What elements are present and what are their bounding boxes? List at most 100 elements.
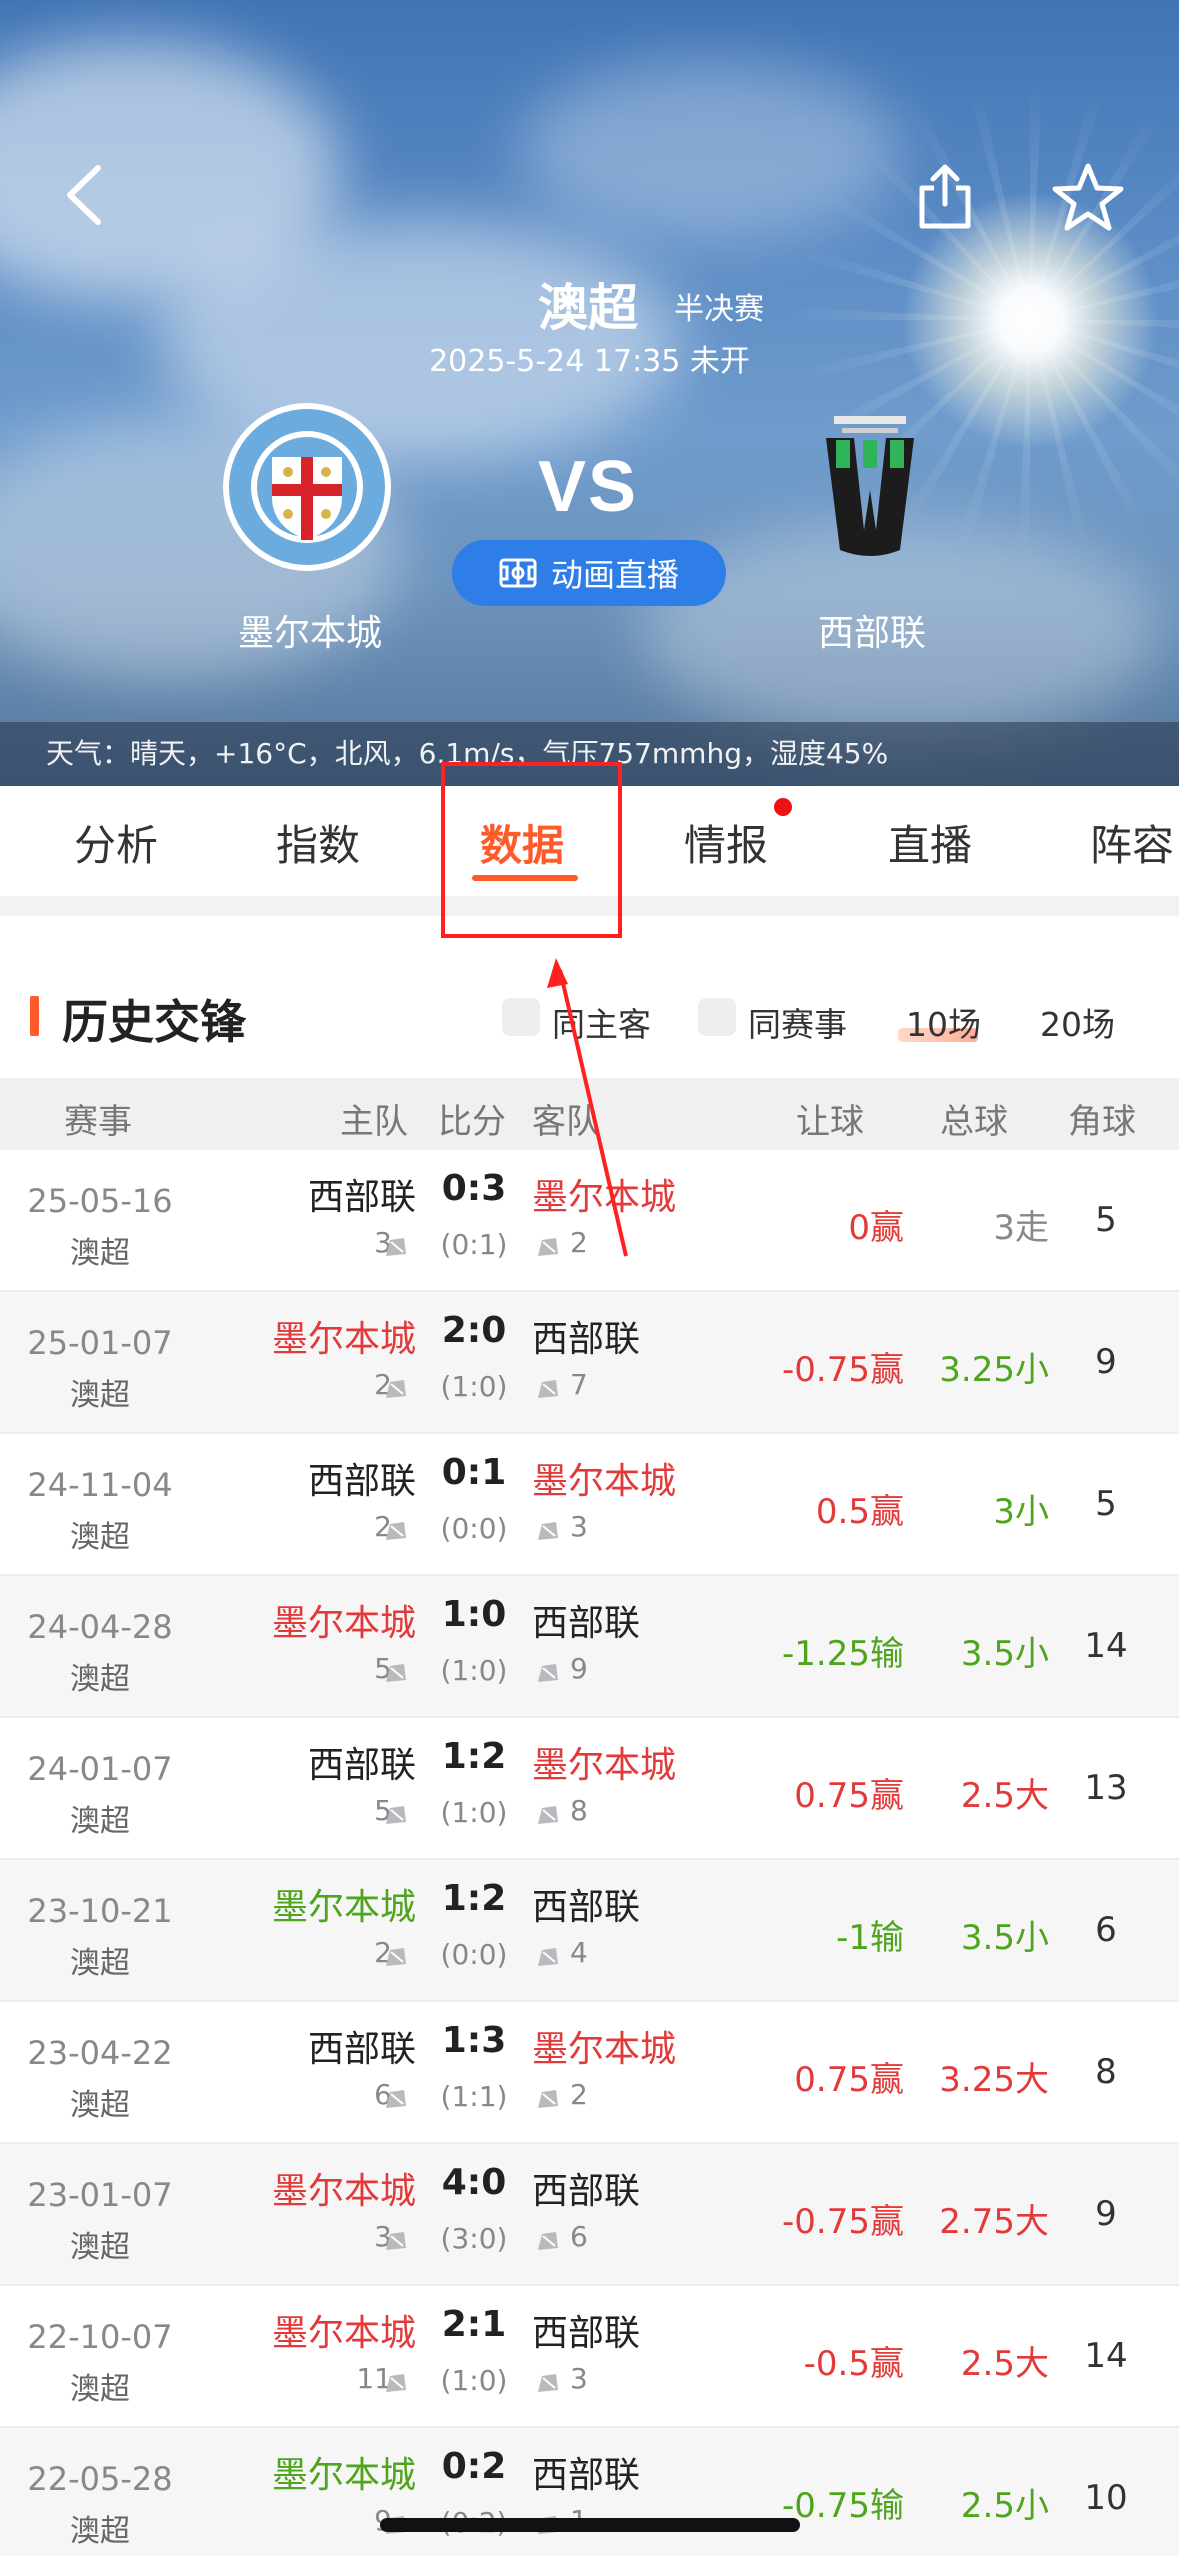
corner-flag-icon <box>386 2090 406 2108</box>
total-goals-result: 3.5小 <box>960 1918 1049 1958</box>
away-rank: 7 <box>570 1368 588 1401</box>
same-event-label[interactable]: 同赛事 <box>748 998 847 1046</box>
league-name: 澳超 <box>538 280 638 336</box>
away-team: 西部联 <box>532 1603 641 1644</box>
corner-count: 6 <box>1095 1910 1117 1950</box>
total-goals-result: 3.25大 <box>939 2060 1049 2100</box>
corner-count: 5 <box>1095 1200 1117 1240</box>
table-row[interactable]: 23-01-07 澳超 墨尔本城 3 4:0 (3:0) 西部联 6 -0.75赢 2.75大 9 <box>0 2144 1179 2286</box>
half-time-score: (0:1) <box>440 1228 508 1261</box>
tab-analysis[interactable]: 分析 <box>74 812 158 873</box>
home-indicator[interactable] <box>380 2518 800 2532</box>
home-team-logo[interactable] <box>222 402 392 572</box>
col-handicap: 让球 <box>796 1102 864 1142</box>
total-goals-result: 2.5大 <box>960 1776 1049 1816</box>
match-league: 澳超 <box>70 1236 130 1271</box>
home-team: 西部联 <box>307 1745 416 1786</box>
col-event: 赛事 <box>64 1102 132 1142</box>
total-goals-result: 2.5小 <box>960 2486 1049 2526</box>
chevron-left-icon[interactable] <box>56 160 116 230</box>
col-away: 客队 <box>532 1102 600 1142</box>
star-icon[interactable] <box>1050 160 1126 236</box>
match-date: 23-10-21 <box>27 1892 173 1930</box>
match-league: 澳超 <box>70 2230 130 2265</box>
table-row[interactable]: 24-04-28 澳超 墨尔本城 5 1:0 (1:0) 西部联 9 -1.25输 3.5小 14 <box>0 1576 1179 1718</box>
corner-flag-icon <box>386 2374 406 2392</box>
away-team: 西部联 <box>532 2313 641 2354</box>
section-accent-bar <box>30 996 39 1036</box>
corner-count: 8 <box>1095 2052 1117 2092</box>
full-time-score: 2:1 <box>441 2304 507 2345</box>
away-team-logo[interactable] <box>820 410 920 570</box>
away-team-name[interactable]: 西部联 <box>762 604 982 656</box>
away-team: 墨尔本城 <box>532 1745 677 1786</box>
full-time-score: 0:2 <box>441 2446 507 2487</box>
total-goals-result: 3.5小 <box>960 1634 1049 1674</box>
corner-flag-icon <box>538 2232 558 2250</box>
handicap-result: -1输 <box>836 1918 904 1958</box>
col-home: 主队 <box>340 1102 408 1142</box>
corner-flag-icon <box>538 1238 558 1256</box>
half-time-score: (1:0) <box>440 1370 508 1403</box>
annotation-highlight-box <box>441 762 622 938</box>
match-hero: 澳超 半决赛 2025-5-24 17:35 未开 墨尔本城 西部联 VS 动画… <box>0 0 1179 786</box>
animation-live-button[interactable]: 动画直播 <box>452 540 726 606</box>
half-time-score: (3:0) <box>440 2222 508 2255</box>
table-row[interactable]: 23-04-22 澳超 西部联 6 1:3 (1:1) 墨尔本城 2 0.75赢 3.25大 8 <box>0 2002 1179 2144</box>
table-row[interactable]: 25-05-16 澳超 西部联 3 0:3 (0:1) 墨尔本城 2 0赢 3走 5 <box>0 1150 1179 1292</box>
total-goals-result: 2.75大 <box>939 2202 1049 2242</box>
total-goals-result: 3走 <box>993 1208 1049 1248</box>
handicap-result: 0.75赢 <box>794 1776 904 1816</box>
away-rank: 2 <box>570 2078 588 2111</box>
away-rank: 4 <box>570 1936 588 1969</box>
filter-20-games[interactable]: 20场 <box>1040 998 1115 1046</box>
match-league: 澳超 <box>70 2514 130 2549</box>
match-date: 24-11-04 <box>27 1466 173 1504</box>
away-rank: 2 <box>570 1226 588 1259</box>
home-team: 墨尔本城 <box>271 2171 416 2212</box>
full-time-score: 1:2 <box>441 1878 507 1919</box>
match-league: 澳超 <box>70 1946 130 1981</box>
home-team: 西部联 <box>307 1177 416 1218</box>
table-row[interactable]: 23-10-21 澳超 墨尔本城 2 1:2 (0:0) 西部联 4 -1输 3.5小 6 <box>0 1860 1179 2002</box>
col-score: 比分 <box>438 1102 506 1142</box>
home-team-name[interactable]: 墨尔本城 <box>200 604 420 656</box>
away-rank: 6 <box>570 2220 588 2253</box>
total-goals-result: 3小 <box>993 1492 1049 1532</box>
half-time-score: (0:0) <box>440 1938 508 1971</box>
same-event-checkbox[interactable] <box>698 998 736 1036</box>
tab-live[interactable]: 直播 <box>888 812 972 873</box>
handicap-result: 0赢 <box>848 1208 904 1248</box>
half-time-score: (1:1) <box>440 2080 508 2113</box>
same-home-away-label[interactable]: 同主客 <box>552 998 651 1046</box>
corner-count: 9 <box>1095 1342 1117 1382</box>
match-date: 23-01-07 <box>27 2176 173 2214</box>
away-rank: 8 <box>570 1794 588 1827</box>
tab-intel[interactable]: 情报 <box>684 812 768 873</box>
corner-flag-icon <box>538 2374 558 2392</box>
full-time-score: 2:0 <box>441 1310 507 1351</box>
table-row[interactable]: 24-01-07 澳超 西部联 5 1:2 (1:0) 墨尔本城 8 0.75赢 2.5大 13 <box>0 1718 1179 1860</box>
match-league: 澳超 <box>70 2088 130 2123</box>
handicap-result: -0.75输 <box>782 2486 904 2526</box>
share-icon[interactable] <box>912 162 978 232</box>
tab-lineup[interactable]: 阵容 <box>1090 812 1174 873</box>
table-row[interactable]: 24-11-04 澳超 西部联 2 0:1 (0:0) 墨尔本城 3 0.5赢 3小 5 <box>0 1434 1179 1576</box>
home-team: 墨尔本城 <box>271 1603 416 1644</box>
table-row[interactable]: 25-01-07 澳超 墨尔本城 2 2:0 (1:0) 西部联 7 -0.75赢 3.25小 9 <box>0 1292 1179 1434</box>
home-team: 墨尔本城 <box>271 2313 416 2354</box>
match-date: 24-04-28 <box>27 1608 173 1646</box>
total-goals-result: 2.5大 <box>960 2344 1049 2384</box>
full-time-score: 0:1 <box>441 1452 507 1493</box>
away-team: 西部联 <box>532 1319 641 1360</box>
corner-flag-icon <box>386 1380 406 1398</box>
handicap-result: -1.25输 <box>782 1634 904 1674</box>
filter-10-games[interactable]: 10场 <box>906 998 981 1046</box>
match-league: 澳超 <box>70 1662 130 1697</box>
tab-odds[interactable]: 指数 <box>276 812 360 873</box>
corner-flag-icon <box>538 1522 558 1540</box>
same-home-away-checkbox[interactable] <box>502 998 540 1036</box>
table-row[interactable]: 22-10-07 澳超 墨尔本城 11 2:1 (1:0) 西部联 3 -0.5赢 2.5大 14 <box>0 2286 1179 2428</box>
table-row[interactable]: 22-05-28澳超墨尔本城90:2(0:2)西部联1-0.75输2.5小10 <box>0 2428 1179 2556</box>
match-league: 澳超 <box>70 1378 130 1413</box>
